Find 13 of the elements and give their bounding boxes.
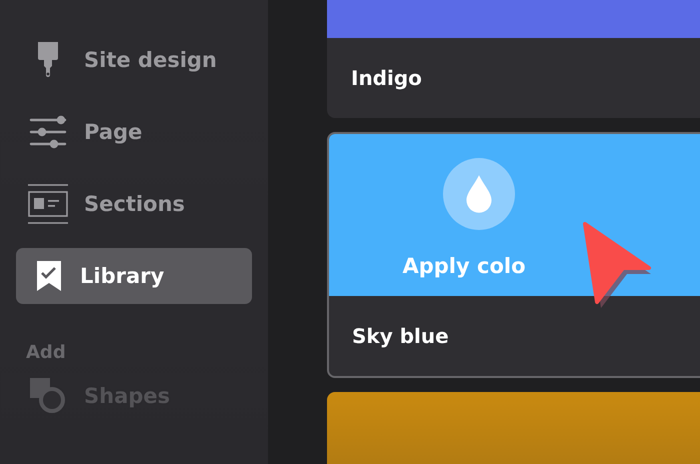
shapes-icon bbox=[28, 376, 68, 416]
sidebar-item[interactable]: Sections bbox=[16, 176, 252, 232]
color-name: Sky blue bbox=[351, 323, 450, 350]
sidebar-item[interactable]: Page bbox=[16, 104, 252, 160]
sidebar-item[interactable]: Library bbox=[16, 248, 252, 304]
color-card[interactable]: Indigo bbox=[327, 0, 700, 118]
sidebar-item[interactable]: Site design bbox=[16, 32, 252, 88]
color-name: Indigo bbox=[350, 65, 423, 92]
bookmark-check-icon bbox=[36, 260, 62, 292]
section-heading: Add bbox=[26, 342, 67, 365]
color-card[interactable]: Apply colo Sky blue bbox=[327, 132, 700, 378]
color-card[interactable] bbox=[327, 392, 700, 464]
layout-icon bbox=[28, 184, 68, 224]
